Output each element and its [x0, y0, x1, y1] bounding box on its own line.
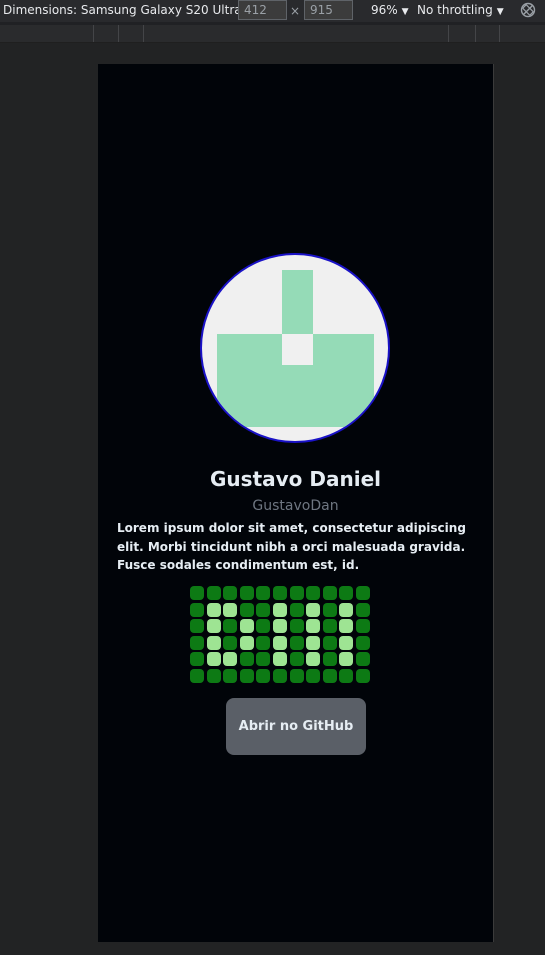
dot-unlit: [256, 668, 271, 683]
dot-lit: [339, 602, 354, 617]
ruler-tick: [93, 25, 94, 42]
dot-matrix-display: [190, 586, 370, 683]
dot-unlit: [289, 652, 304, 667]
dot-lit: [223, 602, 238, 617]
dot-unlit: [256, 635, 271, 650]
dot-unlit: [272, 668, 287, 683]
height-input[interactable]: [304, 0, 353, 20]
dot-unlit: [256, 619, 271, 634]
dot-unlit: [322, 635, 337, 650]
device-selector[interactable]: Dimensions: Samsung Galaxy S20 Ultra▼: [3, 3, 252, 17]
zoom-label: 96%: [371, 3, 398, 17]
dot-lit: [272, 619, 287, 634]
dot-unlit: [306, 668, 321, 683]
dot-lit: [306, 652, 321, 667]
dot-unlit: [339, 586, 354, 600]
dot-lit: [339, 652, 354, 667]
dot-unlit: [289, 586, 304, 600]
dot-unlit: [190, 602, 204, 617]
dot-lit: [239, 635, 254, 650]
ruler-tick: [143, 25, 144, 42]
dot-unlit: [355, 652, 370, 667]
dot-unlit: [322, 652, 337, 667]
dot-lit: [206, 652, 221, 667]
dot-unlit: [289, 668, 304, 683]
dot-lit: [272, 652, 287, 667]
dot-unlit: [190, 668, 204, 683]
identicon-image: [217, 270, 374, 427]
dot-unlit: [190, 619, 204, 634]
media-query-bar: [0, 25, 545, 43]
dot-lit: [206, 619, 221, 634]
dot-lit: [339, 619, 354, 634]
throttling-label: No throttling: [417, 3, 493, 17]
profile-username: GustavoDan: [252, 498, 339, 514]
dot-unlit: [272, 586, 287, 600]
device-label: Dimensions: Samsung Galaxy S20 Ultra: [3, 3, 242, 17]
dot-unlit: [206, 586, 221, 600]
dot-unlit: [355, 619, 370, 634]
width-input[interactable]: [238, 0, 287, 20]
ruler-tick: [475, 25, 476, 42]
dot-unlit: [190, 652, 204, 667]
dot-unlit: [355, 668, 370, 683]
rotate-icon[interactable]: [520, 2, 536, 18]
dot-unlit: [223, 668, 238, 683]
dot-unlit: [355, 602, 370, 617]
dot-unlit: [190, 635, 204, 650]
dot-unlit: [256, 586, 271, 600]
dot-lit: [306, 635, 321, 650]
open-github-button[interactable]: Abrir no GitHub: [226, 698, 366, 755]
dot-lit: [239, 619, 254, 634]
dot-unlit: [239, 586, 254, 600]
zoom-selector[interactable]: 96% ▼: [371, 3, 409, 17]
dot-unlit: [206, 668, 221, 683]
dimension-separator: ×: [290, 4, 301, 18]
profile-name: Gustavo Daniel: [210, 467, 381, 491]
dot-unlit: [223, 635, 238, 650]
ruler-tick: [499, 25, 500, 42]
dot-unlit: [239, 602, 254, 617]
dot-unlit: [289, 619, 304, 634]
dot-unlit: [322, 619, 337, 634]
dot-unlit: [289, 635, 304, 650]
ruler-tick: [118, 25, 119, 42]
devtools-device-toolbar: Dimensions: Samsung Galaxy S20 Ultra▼ × …: [0, 0, 545, 22]
dot-unlit: [322, 602, 337, 617]
dot-lit: [306, 619, 321, 634]
chevron-down-icon: ▼: [401, 7, 409, 17]
dot-unlit: [223, 586, 238, 600]
dot-unlit: [256, 602, 271, 617]
dot-unlit: [322, 586, 337, 600]
device-viewport: Gustavo Daniel GustavoDan Lorem ipsum do…: [98, 64, 494, 942]
dot-lit: [306, 602, 321, 617]
dot-lit: [272, 602, 287, 617]
dot-unlit: [322, 668, 337, 683]
throttling-selector[interactable]: No throttling ▼: [417, 3, 504, 17]
dot-unlit: [289, 602, 304, 617]
dot-lit: [272, 635, 287, 650]
dot-lit: [339, 635, 354, 650]
dot-unlit: [306, 586, 321, 600]
dot-unlit: [355, 586, 370, 600]
dot-unlit: [339, 668, 354, 683]
dot-unlit: [355, 635, 370, 650]
dot-unlit: [239, 652, 254, 667]
dot-unlit: [190, 586, 204, 600]
avatar: [200, 253, 390, 443]
chevron-down-icon: ▼: [496, 7, 504, 17]
profile-bio: Lorem ipsum dolor sit amet, consectetur …: [117, 521, 466, 572]
ruler-tick: [448, 25, 449, 42]
dot-lit: [223, 652, 238, 667]
dot-lit: [206, 635, 221, 650]
dot-unlit: [239, 668, 254, 683]
dot-unlit: [223, 619, 238, 634]
dot-lit: [206, 602, 221, 617]
dot-unlit: [256, 652, 271, 667]
